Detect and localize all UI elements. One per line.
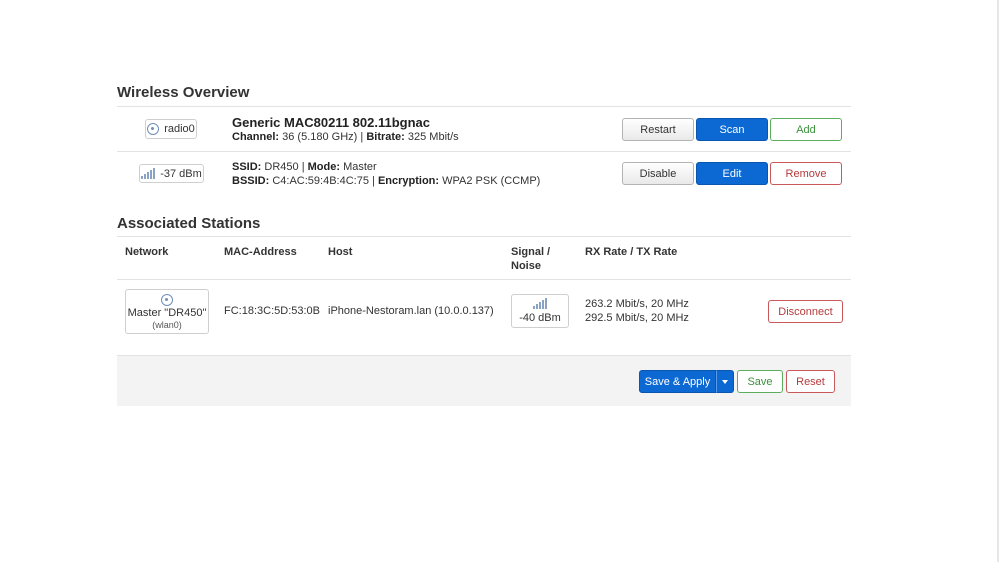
- divider: [117, 279, 851, 280]
- disconnect-button[interactable]: Disconnect: [768, 300, 843, 323]
- column-header-host: Host: [328, 246, 353, 258]
- save-apply-button[interactable]: Save & Apply: [639, 370, 716, 393]
- bitrate-value: 325 Mbit/s: [407, 131, 459, 143]
- scan-button[interactable]: Scan: [696, 118, 768, 141]
- bssid-label: BSSID:: [232, 175, 270, 187]
- wireless-overview-title: Wireless Overview: [117, 84, 250, 101]
- column-header-rate: RX Rate / TX Rate: [585, 246, 678, 258]
- signal-strength-icon: [533, 298, 547, 309]
- disable-button[interactable]: Disable: [622, 162, 694, 185]
- associated-stations-title: Associated Stations: [117, 215, 261, 232]
- separator: |: [360, 131, 364, 143]
- remove-button[interactable]: Remove: [770, 162, 842, 185]
- bssid-value: C4:AC:59:4B:4C:75: [272, 175, 369, 187]
- network-bssid-line: BSSID: C4:AC:59:4B:4C:75 | Encryption: W…: [232, 175, 540, 187]
- column-header-network: Network: [125, 246, 169, 258]
- column-header-mac: MAC-Address: [224, 246, 297, 258]
- device-name: Generic MAC80211 802.11bgnac: [232, 115, 431, 130]
- device-details: Channel: 36 (5.180 GHz) | Bitrate: 325 M…: [232, 131, 459, 143]
- restart-button[interactable]: Restart: [622, 118, 694, 141]
- station-host: iPhone-Nestoram.lan (10.0.0.137): [328, 305, 494, 317]
- divider: [117, 236, 851, 237]
- add-button[interactable]: Add: [770, 118, 842, 141]
- station-rx-rate: 263.2 Mbit/s, 20 MHz: [585, 298, 689, 310]
- signal-strength-icon: [141, 168, 156, 179]
- ssid-label: SSID:: [232, 161, 262, 173]
- station-signal-value: -40 dBm: [519, 312, 561, 324]
- save-button[interactable]: Save: [737, 370, 783, 393]
- divider: [117, 106, 851, 107]
- channel-label: Channel:: [232, 131, 280, 143]
- edit-button[interactable]: Edit: [696, 162, 768, 185]
- column-header-signal-line1: Signal /: [511, 246, 551, 258]
- reset-button[interactable]: Reset: [786, 370, 835, 393]
- mode-value: Master: [343, 161, 377, 173]
- network-badge: Master "DR450" (wlan0): [125, 289, 209, 334]
- column-header-signal-line2: Noise: [511, 260, 541, 272]
- network-ssid-line: SSID: DR450 | Mode: Master: [232, 161, 377, 173]
- encryption-label: Encryption:: [377, 175, 440, 187]
- mode-label: Mode:: [307, 161, 341, 173]
- station-mac: FC:18:3C:5D:53:0B: [224, 305, 320, 317]
- network-badge-iface: (wlan0): [152, 319, 182, 330]
- station-signal-badge: -40 dBm: [511, 294, 569, 328]
- wifi-radio-icon: [147, 123, 160, 135]
- network-badge-name: Master "DR450": [127, 306, 207, 319]
- station-tx-rate: 292.5 Mbit/s, 20 MHz: [585, 312, 689, 324]
- wifi-radio-icon: [161, 293, 173, 306]
- channel-value: 36 (5.180 GHz): [282, 131, 358, 143]
- encryption-value: WPA2 PSK (CCMP): [442, 175, 541, 187]
- radio-badge-label: radio0: [164, 123, 195, 135]
- divider: [117, 151, 851, 152]
- column-header-signal: Signal / Noise: [511, 245, 550, 273]
- separator: |: [372, 175, 375, 187]
- radio-badge: radio0: [145, 119, 197, 139]
- bitrate-label: Bitrate:: [366, 131, 405, 143]
- signal-badge: -37 dBm: [139, 164, 204, 183]
- chevron-down-icon: [722, 379, 728, 384]
- separator: |: [301, 161, 305, 173]
- signal-badge-label: -37 dBm: [160, 167, 202, 180]
- ssid-value: DR450: [264, 161, 299, 173]
- save-apply-dropdown-toggle[interactable]: [716, 370, 734, 393]
